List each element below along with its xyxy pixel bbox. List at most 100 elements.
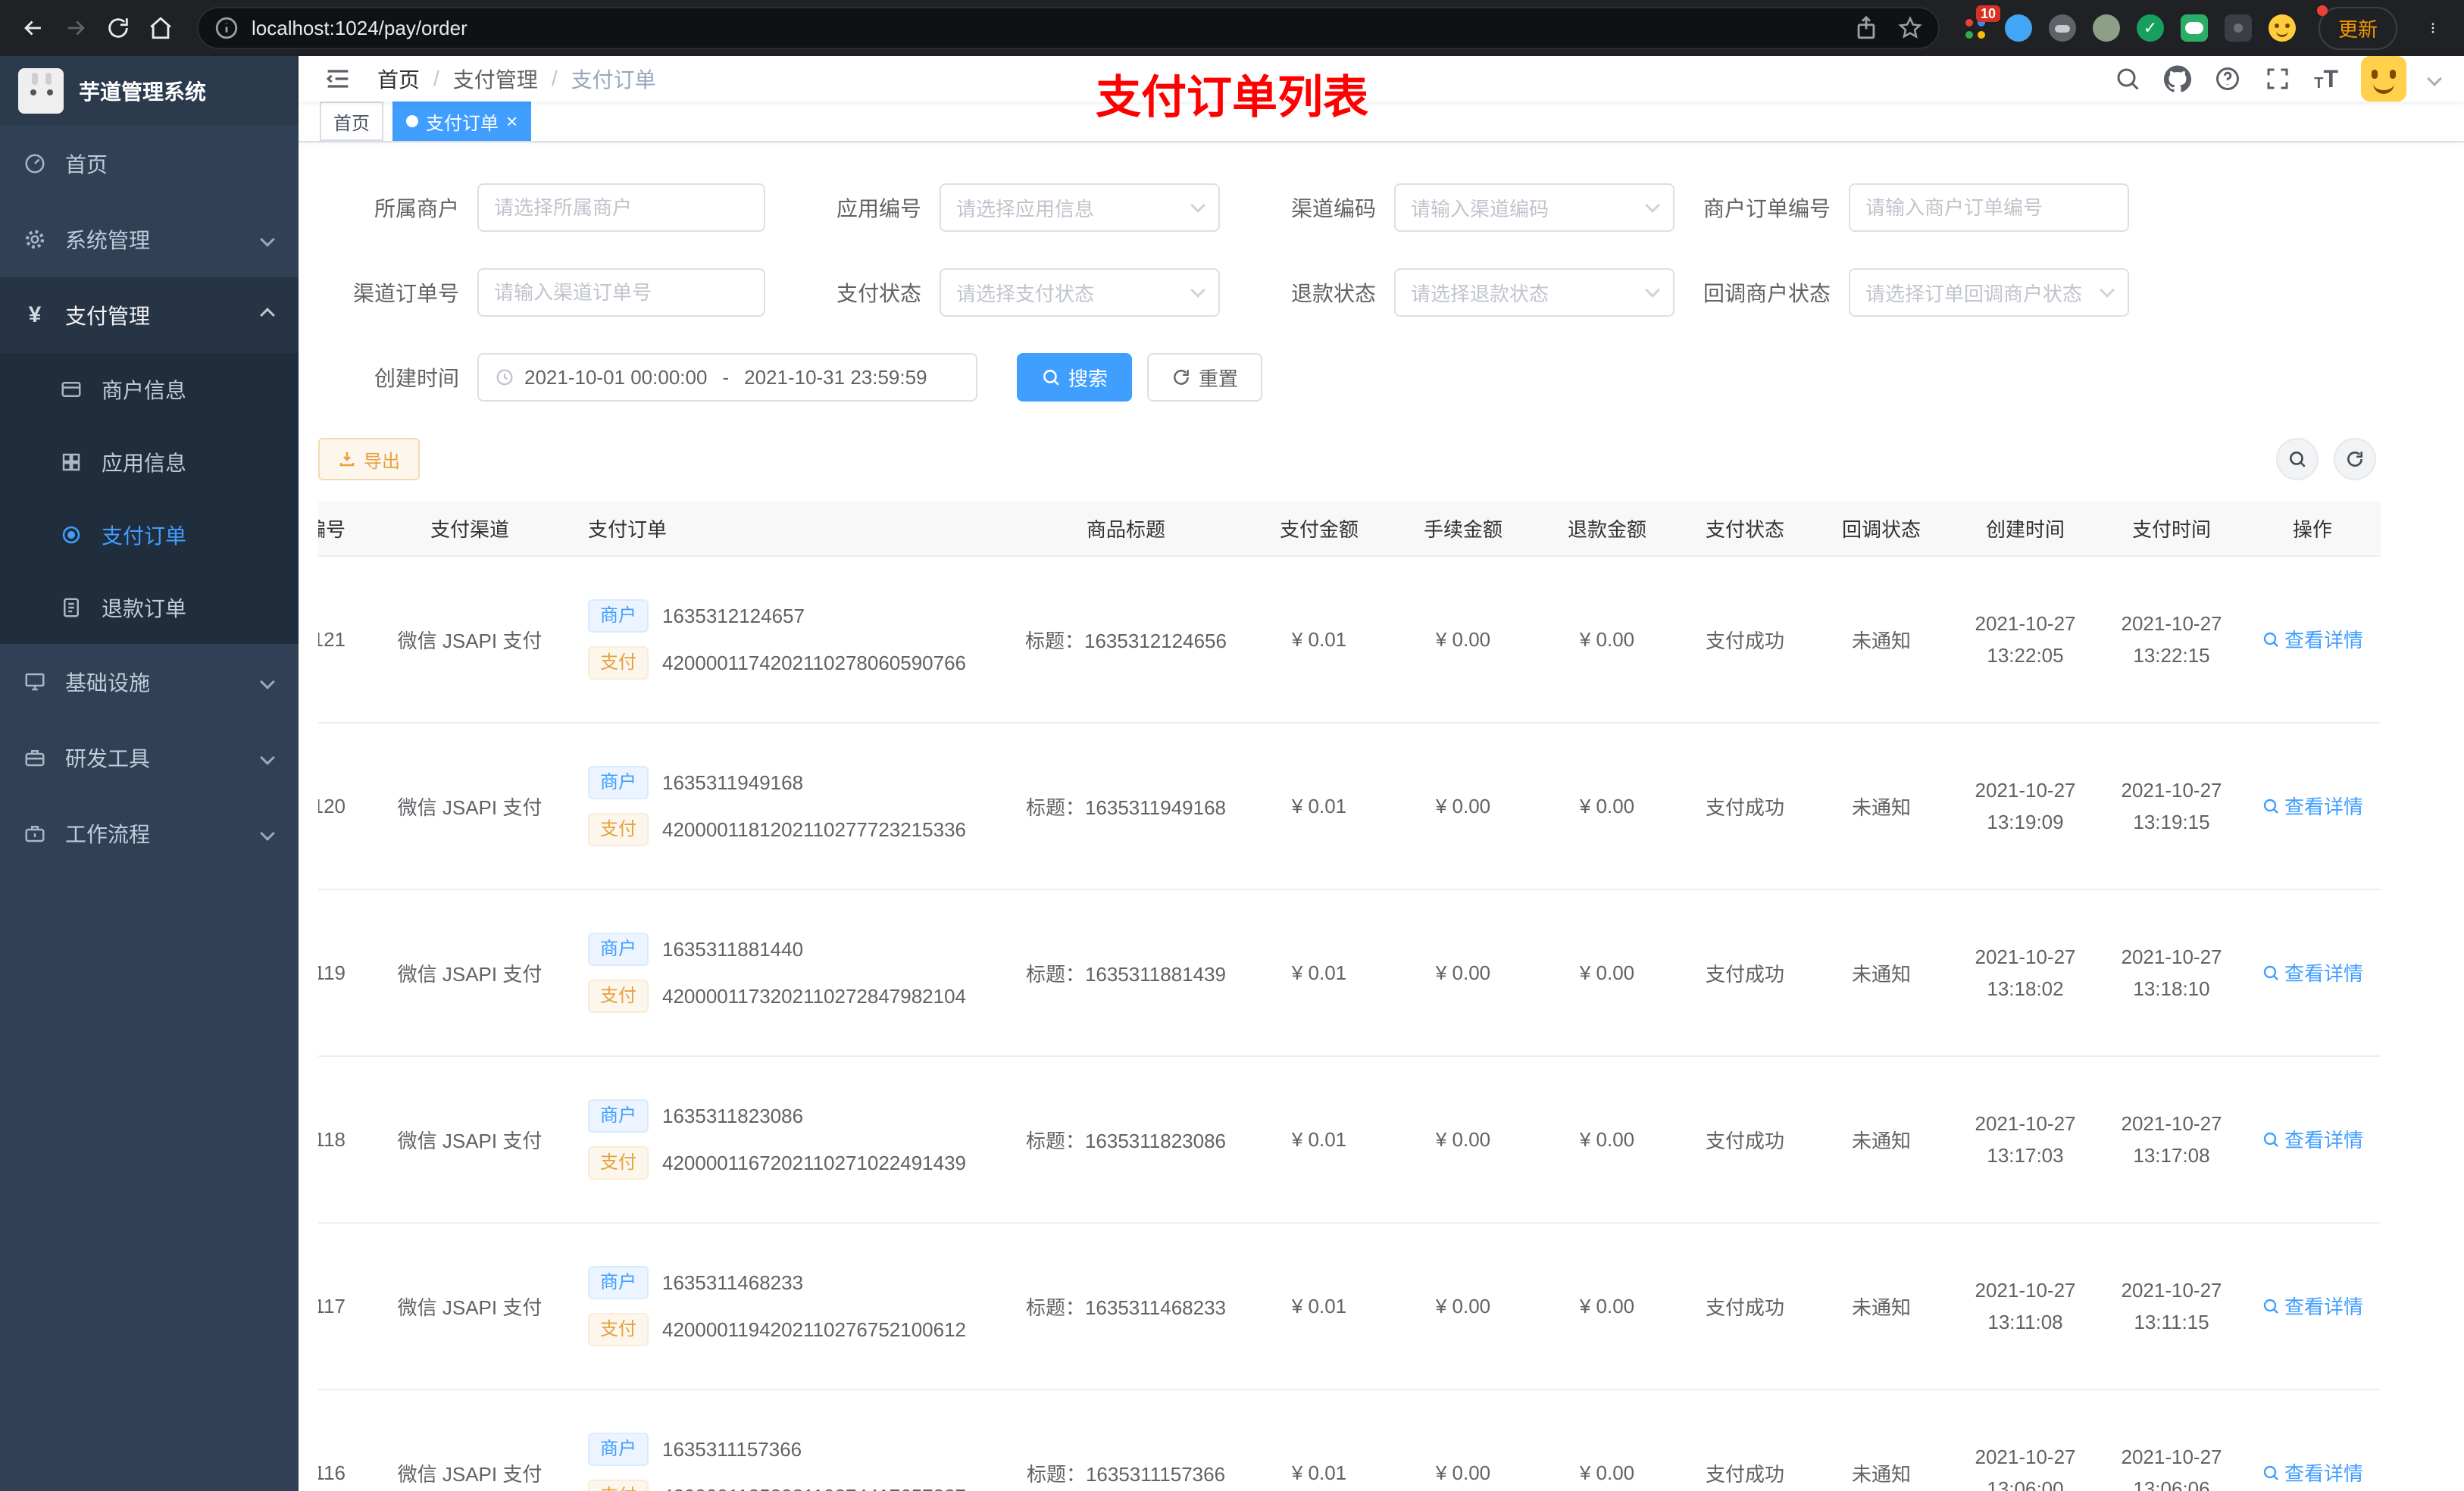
reset-button[interactable]: 重置 [1147, 353, 1263, 402]
sidebar-item-merchant-info[interactable]: 商户信息 [0, 353, 299, 426]
cell-order-no: 商户 1635312124657 支付 42000011742021102780… [576, 556, 1005, 724]
merchant-order-no-input[interactable] [1865, 195, 2112, 220]
sidebar-item-pay-order[interactable]: 支付订单 [0, 499, 299, 571]
apps-grid-extension-icon[interactable]: 10 [1961, 5, 2000, 42]
tab-pay-order[interactable]: 支付订单 × [392, 102, 532, 141]
top-navbar: 首页 / 支付管理 / 支付订单 支付订单列表 TT [299, 56, 2464, 123]
create-time-range-picker[interactable]: 2021-10-01 00:00:00 - 2021-10-31 23:59:5… [477, 353, 977, 402]
sidebar-item-workflow[interactable]: 工作流程 [0, 796, 299, 871]
help-button[interactable] [2214, 65, 2241, 92]
channel-order-no-input[interactable] [494, 280, 749, 305]
tab-home[interactable]: 首页 [320, 102, 383, 141]
merchant-order-number: 1635311157366 [662, 1437, 802, 1461]
fullscreen-button[interactable] [2264, 65, 2291, 92]
share-icon[interactable] [1853, 15, 1879, 41]
breadcrumb-home[interactable]: 首页 [377, 64, 420, 94]
sidebar-item-app-info[interactable]: 应用信息 [0, 426, 299, 499]
green-extension-icon[interactable] [2092, 14, 2120, 42]
pay-tag: 支付 [588, 813, 649, 846]
view-detail-link[interactable]: 查看详情 [2262, 625, 2363, 653]
chevron-down-icon [260, 674, 275, 689]
cell-pay-time: 2021-10-27 13:19:15 [2099, 723, 2244, 890]
view-detail-link[interactable]: 查看详情 [2262, 792, 2363, 820]
browser-toolbar: localhost:1024/pay/order 10 ✓ 更新 [0, 0, 2464, 56]
browser-update-button[interactable]: 更新 [2316, 5, 2397, 50]
view-detail-link[interactable]: 查看详情 [2262, 1458, 2363, 1486]
channel-order-no-field[interactable] [477, 268, 765, 317]
merchant-order-no-field[interactable] [1849, 183, 2129, 232]
monitor-icon [23, 670, 47, 694]
pay-status-select[interactable]: 请选择支付状态 [940, 268, 1220, 317]
cell-id: 117 [318, 1223, 364, 1390]
download-icon [339, 452, 355, 467]
table-row: 117 微信 JSAPI 支付 商户 1635311468233 支付 4200… [318, 1223, 2381, 1390]
browser-back-button[interactable] [12, 7, 55, 49]
sidebar-item-payment[interactable]: ¥ 支付管理 [0, 277, 299, 353]
emoji-extension-icon[interactable] [2268, 14, 2296, 42]
toggle-search-button[interactable] [2276, 438, 2319, 480]
search-button[interactable]: 搜索 [1017, 353, 1133, 402]
chevron-up-icon [260, 308, 275, 323]
refund-status-select[interactable]: 请选择退款状态 [1394, 268, 1674, 317]
search-icon [2290, 452, 2306, 467]
refresh-table-button[interactable] [2334, 438, 2376, 480]
cell-create-time: 2021-10-27 13:22:05 [1952, 556, 2099, 724]
chat-extension-icon[interactable] [2180, 14, 2208, 42]
github-link[interactable] [2164, 65, 2192, 92]
user-avatar[interactable] [2361, 56, 2406, 102]
github-icon [2164, 65, 2192, 92]
font-size-button[interactable]: TT [2314, 67, 2338, 91]
browser-forward-button[interactable] [55, 7, 97, 49]
sidebar-item-refund-order[interactable]: 退款订单 [0, 571, 299, 644]
radio-dot-icon [59, 523, 83, 547]
cell-refund: ¥ 0.00 [1535, 723, 1679, 890]
cell-notify-status: 未通知 [1811, 1056, 1952, 1224]
drop-extension-icon[interactable] [2004, 14, 2032, 42]
header-search-button[interactable] [2114, 65, 2141, 92]
app-select[interactable]: 请选择应用信息 [940, 183, 1220, 232]
channel-code-select[interactable]: 请输入渠道编码 [1394, 183, 1674, 232]
filter-merchant-order-no: 商户订单编号 [1690, 183, 2129, 232]
export-button[interactable]: 导出 [318, 438, 420, 480]
sidebar-item-home[interactable]: 首页 [0, 126, 299, 202]
view-detail-link[interactable]: 查看详情 [2262, 1292, 2363, 1320]
cell-title: 标题：1635311823086 [1005, 1056, 1247, 1224]
browser-refresh-button[interactable] [97, 7, 139, 49]
address-bar[interactable]: localhost:1024/pay/order [197, 7, 1940, 49]
user-menu-caret-icon[interactable] [2427, 71, 2442, 86]
cell-channel: 微信 JSAPI 支付 [364, 1223, 576, 1390]
chevron-down-icon [260, 232, 275, 247]
filter-pay-status: 支付状态 请选择支付状态 [780, 268, 1220, 317]
notify-status-select[interactable]: 请选择订单回调商户状态 [1849, 268, 2129, 317]
view-detail-link[interactable]: 查看详情 [2262, 1125, 2363, 1153]
site-info-icon[interactable] [214, 15, 239, 41]
dark-extension-icon[interactable] [2048, 14, 2076, 42]
sidebar-item-system[interactable]: 系统管理 [0, 202, 299, 277]
channel-pay-number: 4200001173202110272847982104 [662, 984, 967, 1008]
merchant-input[interactable] [494, 195, 749, 220]
browser-menu-icon[interactable] [2420, 15, 2446, 41]
browser-home-button[interactable] [139, 7, 182, 49]
cell-id: 118 [318, 1056, 364, 1224]
merchant-select[interactable] [477, 183, 765, 232]
merchant-order-number: 1635312124657 [662, 604, 805, 627]
cell-fee: ¥ 0.00 [1391, 723, 1535, 890]
sidebar-toggle-button[interactable] [323, 64, 353, 94]
sidebar-item-infra[interactable]: 基础设施 [0, 644, 299, 720]
url-text[interactable]: localhost:1024/pay/order [252, 17, 1853, 40]
credit-card-icon [59, 377, 83, 402]
grid-icon [59, 450, 83, 474]
cell-title: 标题：1635311157366 [1005, 1389, 1247, 1491]
view-detail-link[interactable]: 查看详情 [2262, 958, 2363, 986]
app-logo[interactable]: 芋道管理系统 [0, 56, 299, 126]
check-extension-icon[interactable]: ✓ [2136, 14, 2164, 42]
cell-pay-time: 2021-10-27 13:11:15 [2099, 1223, 2244, 1390]
cell-order-no: 商户 1635311157366 支付 42000011352021102744… [576, 1389, 1005, 1491]
dashboard-icon [23, 152, 47, 176]
close-tab-icon[interactable]: × [506, 111, 518, 131]
sidebar-item-dev-tools[interactable]: 研发工具 [0, 720, 299, 796]
pay-tag: 支付 [588, 1480, 649, 1491]
bookmark-star-icon[interactable] [1897, 15, 1923, 41]
puzzle-extension-icon[interactable] [2224, 14, 2252, 42]
breadcrumb-payment[interactable]: 支付管理 [453, 64, 538, 94]
